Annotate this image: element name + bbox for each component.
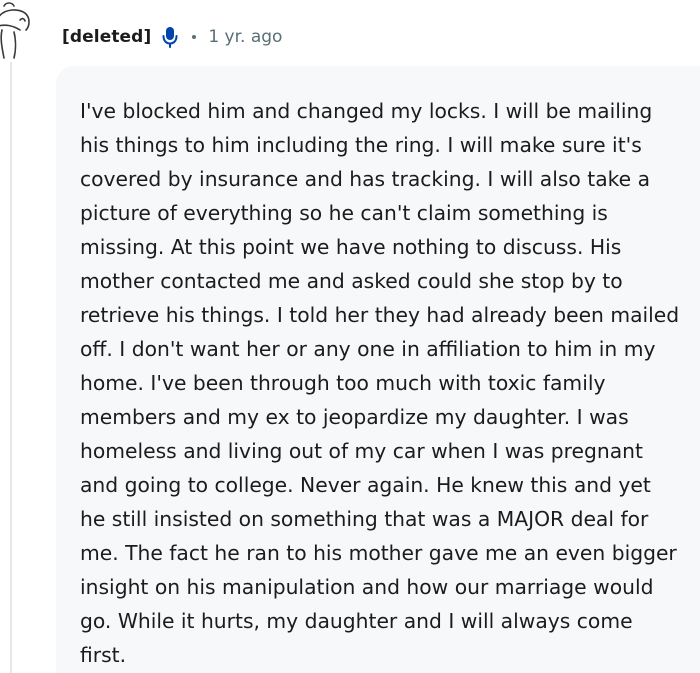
snoo-avatar-icon[interactable] [0, 0, 36, 62]
comment-line: homeless and living out of my car when I… [80, 439, 643, 463]
comment-body-text: I've blocked him and changed my locks. I… [80, 94, 700, 672]
comment-line: his things to him including the ring. I … [80, 133, 642, 157]
comment-line: he still insisted on something that was … [80, 507, 649, 531]
comment-line: home. I've been through too much with to… [80, 371, 606, 395]
comment-line: picture of everything so he can't claim … [80, 201, 608, 225]
comment-line: I've blocked him and changed my locks. I… [80, 99, 653, 123]
thread-line[interactable] [10, 62, 12, 673]
comment-line: missing. At this point we have nothing t… [80, 235, 622, 259]
comment-thread: [deleted] 1 yr. ago I've blocked him and… [0, 0, 700, 673]
comment-line: go. While it hurts, my daughter and I wi… [80, 609, 633, 633]
microphone-icon [162, 26, 178, 48]
comment-line: first. [80, 643, 127, 667]
comment-line: off. I don't want her or any one in affi… [80, 337, 656, 361]
comment-line: me. The fact he ran to his mother gave m… [80, 541, 677, 565]
comment-line: members and my ex to jeopardize my daugh… [80, 405, 629, 429]
separator-dot [192, 35, 197, 39]
comment-line: retrieve his things. I told her they had… [80, 303, 680, 327]
comment-line: insight on his manipulation and how our … [80, 575, 654, 599]
author-name[interactable]: [deleted] [62, 27, 151, 47]
comment-line: covered by insurance and has tracking. I… [80, 167, 651, 191]
comment-line: and going to college. Never again. He kn… [80, 473, 651, 497]
comment-timestamp[interactable]: 1 yr. ago [208, 27, 282, 47]
comment-line: mother contacted me and asked could she … [80, 269, 623, 293]
comment-header: [deleted] 1 yr. ago [62, 24, 282, 50]
